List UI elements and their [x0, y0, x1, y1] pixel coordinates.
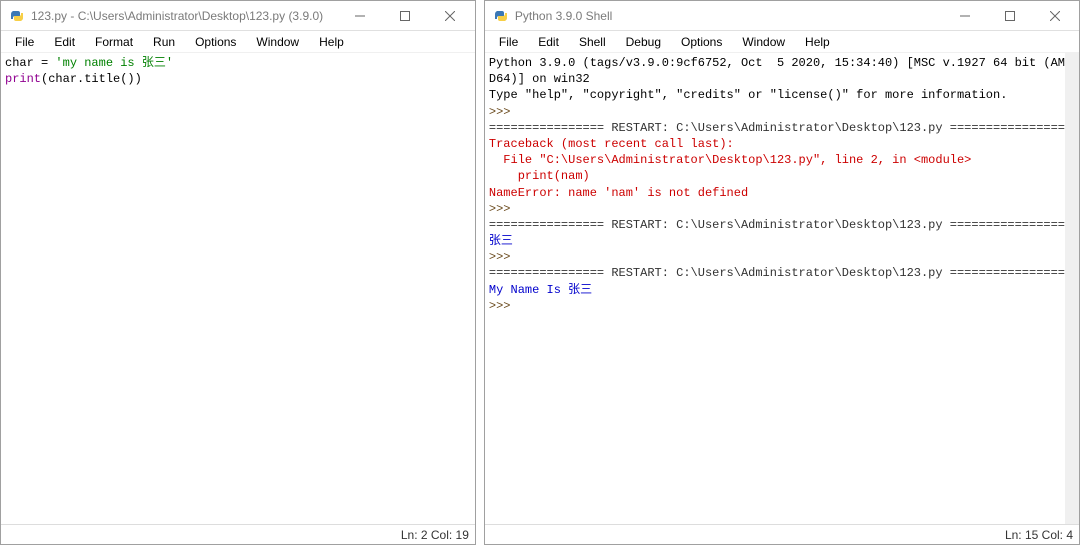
- shell-prompt: >>>: [489, 299, 518, 313]
- editor-cursor-position: Ln: 2 Col: 19: [401, 528, 469, 542]
- shell-text-area[interactable]: Python 3.9.0 (tags/v3.9.0:9cf6752, Oct 5…: [485, 53, 1079, 524]
- menu-edit[interactable]: Edit: [44, 33, 85, 51]
- maximize-button[interactable]: [383, 2, 428, 30]
- close-button[interactable]: [1032, 2, 1077, 30]
- editor-window: 123.py - C:\Users\Administrator\Desktop\…: [0, 0, 476, 545]
- menu-window[interactable]: Window: [246, 33, 309, 51]
- menu-options[interactable]: Options: [671, 33, 732, 51]
- python-icon: [493, 8, 509, 24]
- menu-file[interactable]: File: [489, 33, 528, 51]
- editor-titlebar[interactable]: 123.py - C:\Users\Administrator\Desktop\…: [1, 1, 475, 31]
- shell-cursor-position: Ln: 15 Col: 4: [1005, 528, 1073, 542]
- shell-output: My Name Is 张三: [489, 283, 592, 297]
- menu-options[interactable]: Options: [185, 33, 246, 51]
- editor-statusbar: Ln: 2 Col: 19: [1, 524, 475, 544]
- menu-edit[interactable]: Edit: [528, 33, 569, 51]
- menu-shell[interactable]: Shell: [569, 33, 616, 51]
- menu-debug[interactable]: Debug: [616, 33, 671, 51]
- shell-prompt: >>>: [489, 250, 518, 264]
- menu-file[interactable]: File: [5, 33, 44, 51]
- shell-statusbar: Ln: 15 Col: 4: [485, 524, 1079, 544]
- code-string: 'my name is 张三': [55, 56, 173, 70]
- code-text: (char.title()): [41, 72, 142, 86]
- code-builtin: print: [5, 72, 41, 86]
- menu-run[interactable]: Run: [143, 33, 185, 51]
- menu-format[interactable]: Format: [85, 33, 143, 51]
- minimize-button[interactable]: [942, 2, 987, 30]
- shell-traceback: File "C:\Users\Administrator\Desktop\123…: [489, 153, 971, 167]
- shell-window: Python 3.9.0 Shell File Edit Shell Debug…: [484, 0, 1080, 545]
- shell-traceback: NameError: name 'nam' is not defined: [489, 186, 748, 200]
- python-icon: [9, 8, 25, 24]
- minimize-button[interactable]: [338, 2, 383, 30]
- menu-window[interactable]: Window: [732, 33, 795, 51]
- shell-banner: Type "help", "copyright", "credits" or "…: [489, 88, 1007, 102]
- shell-title: Python 3.9.0 Shell: [515, 9, 942, 23]
- menu-help[interactable]: Help: [309, 33, 354, 51]
- shell-traceback: Traceback (most recent call last):: [489, 137, 734, 151]
- shell-window-controls: [942, 2, 1077, 30]
- maximize-button[interactable]: [987, 2, 1032, 30]
- editor-window-controls: [338, 2, 473, 30]
- shell-menubar: File Edit Shell Debug Options Window Hel…: [485, 31, 1079, 53]
- shell-prompt: >>>: [489, 105, 518, 119]
- menu-help[interactable]: Help: [795, 33, 840, 51]
- shell-banner: D64)] on win32: [489, 72, 590, 86]
- shell-titlebar[interactable]: Python 3.9.0 Shell: [485, 1, 1079, 31]
- shell-banner: Python 3.9.0 (tags/v3.9.0:9cf6752, Oct 5…: [489, 56, 1065, 70]
- shell-restart: ================ RESTART: C:\Users\Admin…: [489, 218, 1065, 232]
- editor-title: 123.py - C:\Users\Administrator\Desktop\…: [31, 9, 338, 23]
- shell-traceback: print(nam): [489, 169, 590, 183]
- shell-restart: ================ RESTART: C:\Users\Admin…: [489, 121, 1065, 135]
- shell-restart: ================ RESTART: C:\Users\Admin…: [489, 266, 1065, 280]
- editor-text-area[interactable]: char = 'my name is 张三' print(char.title(…: [1, 53, 475, 524]
- close-button[interactable]: [428, 2, 473, 30]
- shell-output: 张三: [489, 234, 513, 248]
- editor-menubar: File Edit Format Run Options Window Help: [1, 31, 475, 53]
- code-text: char =: [5, 56, 55, 70]
- shell-prompt: >>>: [489, 202, 518, 216]
